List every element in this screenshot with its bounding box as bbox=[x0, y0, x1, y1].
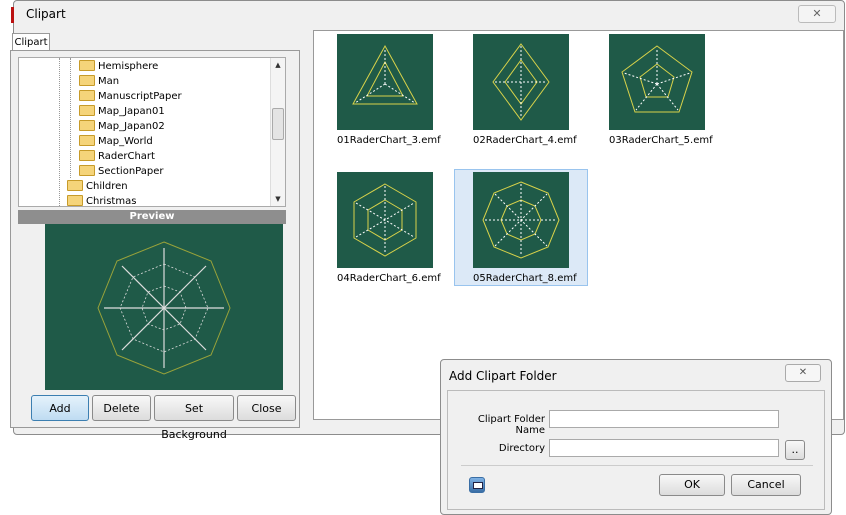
folder-name-input[interactable] bbox=[549, 410, 779, 428]
preview-octagon-chart bbox=[97, 241, 231, 375]
thumbnail-radar-3[interactable] bbox=[337, 34, 433, 130]
tree-item-label: Map_Japan01 bbox=[98, 106, 165, 117]
tree-item-label: Children bbox=[86, 181, 128, 192]
tree-item-hemisphere[interactable]: Hemisphere bbox=[79, 59, 158, 74]
tree-item-label: Man bbox=[98, 76, 120, 87]
radar-4-icon bbox=[492, 43, 550, 121]
tree-scrollbar[interactable]: ▲ ▼ bbox=[270, 58, 285, 206]
radar-3-icon bbox=[352, 44, 418, 105]
tree-item-manuscriptpaper[interactable]: ManuscriptPaper bbox=[79, 89, 182, 104]
preview-header: Preview bbox=[18, 210, 286, 224]
tree-item-label: Map_World bbox=[98, 136, 153, 147]
tree-item-label: SectionPaper bbox=[98, 166, 164, 177]
folder-icon bbox=[79, 134, 95, 146]
thumbnail-label: 01RaderChart_3.emf bbox=[337, 135, 441, 146]
thumbnail-label: 03RaderChart_5.emf bbox=[609, 135, 713, 146]
add-clipart-folder-dialog: Add Clipart Folder ✕ Clipart Folder Name… bbox=[440, 359, 832, 515]
scroll-thumb[interactable] bbox=[272, 108, 284, 140]
folder-dialog-icon[interactable] bbox=[469, 477, 485, 493]
thumbnail-radar-6[interactable] bbox=[337, 172, 433, 268]
thumbnail-label: 04RaderChart_6.emf bbox=[337, 273, 441, 284]
folder-icon bbox=[79, 149, 95, 161]
thumbnail-label: 05RaderChart_8.emf bbox=[473, 273, 577, 284]
tree-item-label: Christmas bbox=[86, 196, 137, 207]
folder-tree[interactable]: Hemisphere Man ManuscriptPaper Map_Japan… bbox=[18, 57, 286, 207]
folder-icon bbox=[79, 104, 95, 116]
tree-item-sectionpaper[interactable]: SectionPaper bbox=[79, 164, 163, 179]
thumbnail-radar-5[interactable] bbox=[609, 34, 705, 130]
folder-icon bbox=[67, 194, 83, 206]
tree-item-children[interactable]: Children bbox=[67, 179, 128, 194]
title-bar: Clipart ✕ bbox=[11, 1, 844, 29]
dialog-title: Add Clipart Folder bbox=[449, 369, 557, 383]
close-icon[interactable]: ✕ bbox=[785, 364, 821, 382]
thumbnail-radar-8[interactable] bbox=[473, 172, 569, 268]
tree-item-map-japan01[interactable]: Map_Japan01 bbox=[79, 104, 165, 119]
folder-icon bbox=[79, 89, 95, 101]
tree-item-label: RaderChart bbox=[98, 151, 155, 162]
folder-icon bbox=[79, 119, 95, 131]
folder-icon bbox=[79, 164, 95, 176]
radar-5-icon bbox=[621, 45, 693, 113]
tree-item-map-world[interactable]: Map_World bbox=[79, 134, 153, 149]
set-background-button[interactable]: Set Background bbox=[154, 395, 234, 441]
directory-label: Directory bbox=[498, 443, 545, 454]
folder-name-label: Clipart Folder Name bbox=[477, 414, 545, 436]
tree-item-label: Map_Japan02 bbox=[98, 121, 165, 132]
cancel-button[interactable]: Cancel bbox=[731, 474, 801, 496]
close-button[interactable]: Close bbox=[237, 395, 296, 421]
scroll-down-icon[interactable]: ▼ bbox=[271, 192, 285, 206]
divider bbox=[461, 465, 813, 466]
thumbnail-label: 02RaderChart_4.emf bbox=[473, 135, 577, 146]
tree-item-raderchart[interactable]: RaderChart bbox=[79, 149, 155, 164]
delete-button[interactable]: Delete bbox=[92, 395, 151, 421]
directory-input[interactable] bbox=[549, 439, 779, 457]
folder-icon bbox=[79, 59, 95, 71]
window-title: Clipart bbox=[26, 7, 66, 21]
app-icon bbox=[11, 7, 14, 23]
ok-button[interactable]: OK bbox=[659, 474, 725, 496]
folder-icon bbox=[67, 179, 83, 191]
folder-icon bbox=[79, 74, 95, 86]
tree-item-map-japan02[interactable]: Map_Japan02 bbox=[79, 119, 165, 134]
radar-6-icon bbox=[353, 183, 417, 257]
tree-item-man[interactable]: Man bbox=[79, 74, 119, 89]
add-button[interactable]: Add bbox=[31, 395, 89, 421]
radar-8-icon bbox=[482, 181, 560, 259]
close-icon[interactable]: ✕ bbox=[798, 5, 836, 23]
scroll-up-icon[interactable]: ▲ bbox=[271, 58, 285, 72]
tree-item-christmas[interactable]: Christmas bbox=[67, 194, 137, 207]
browse-button[interactable]: .. bbox=[785, 440, 805, 460]
thumbnail-radar-4[interactable] bbox=[473, 34, 569, 130]
tree-item-label: ManuscriptPaper bbox=[98, 91, 182, 102]
preview-image bbox=[45, 224, 283, 390]
tree-item-label: Hemisphere bbox=[98, 61, 159, 72]
